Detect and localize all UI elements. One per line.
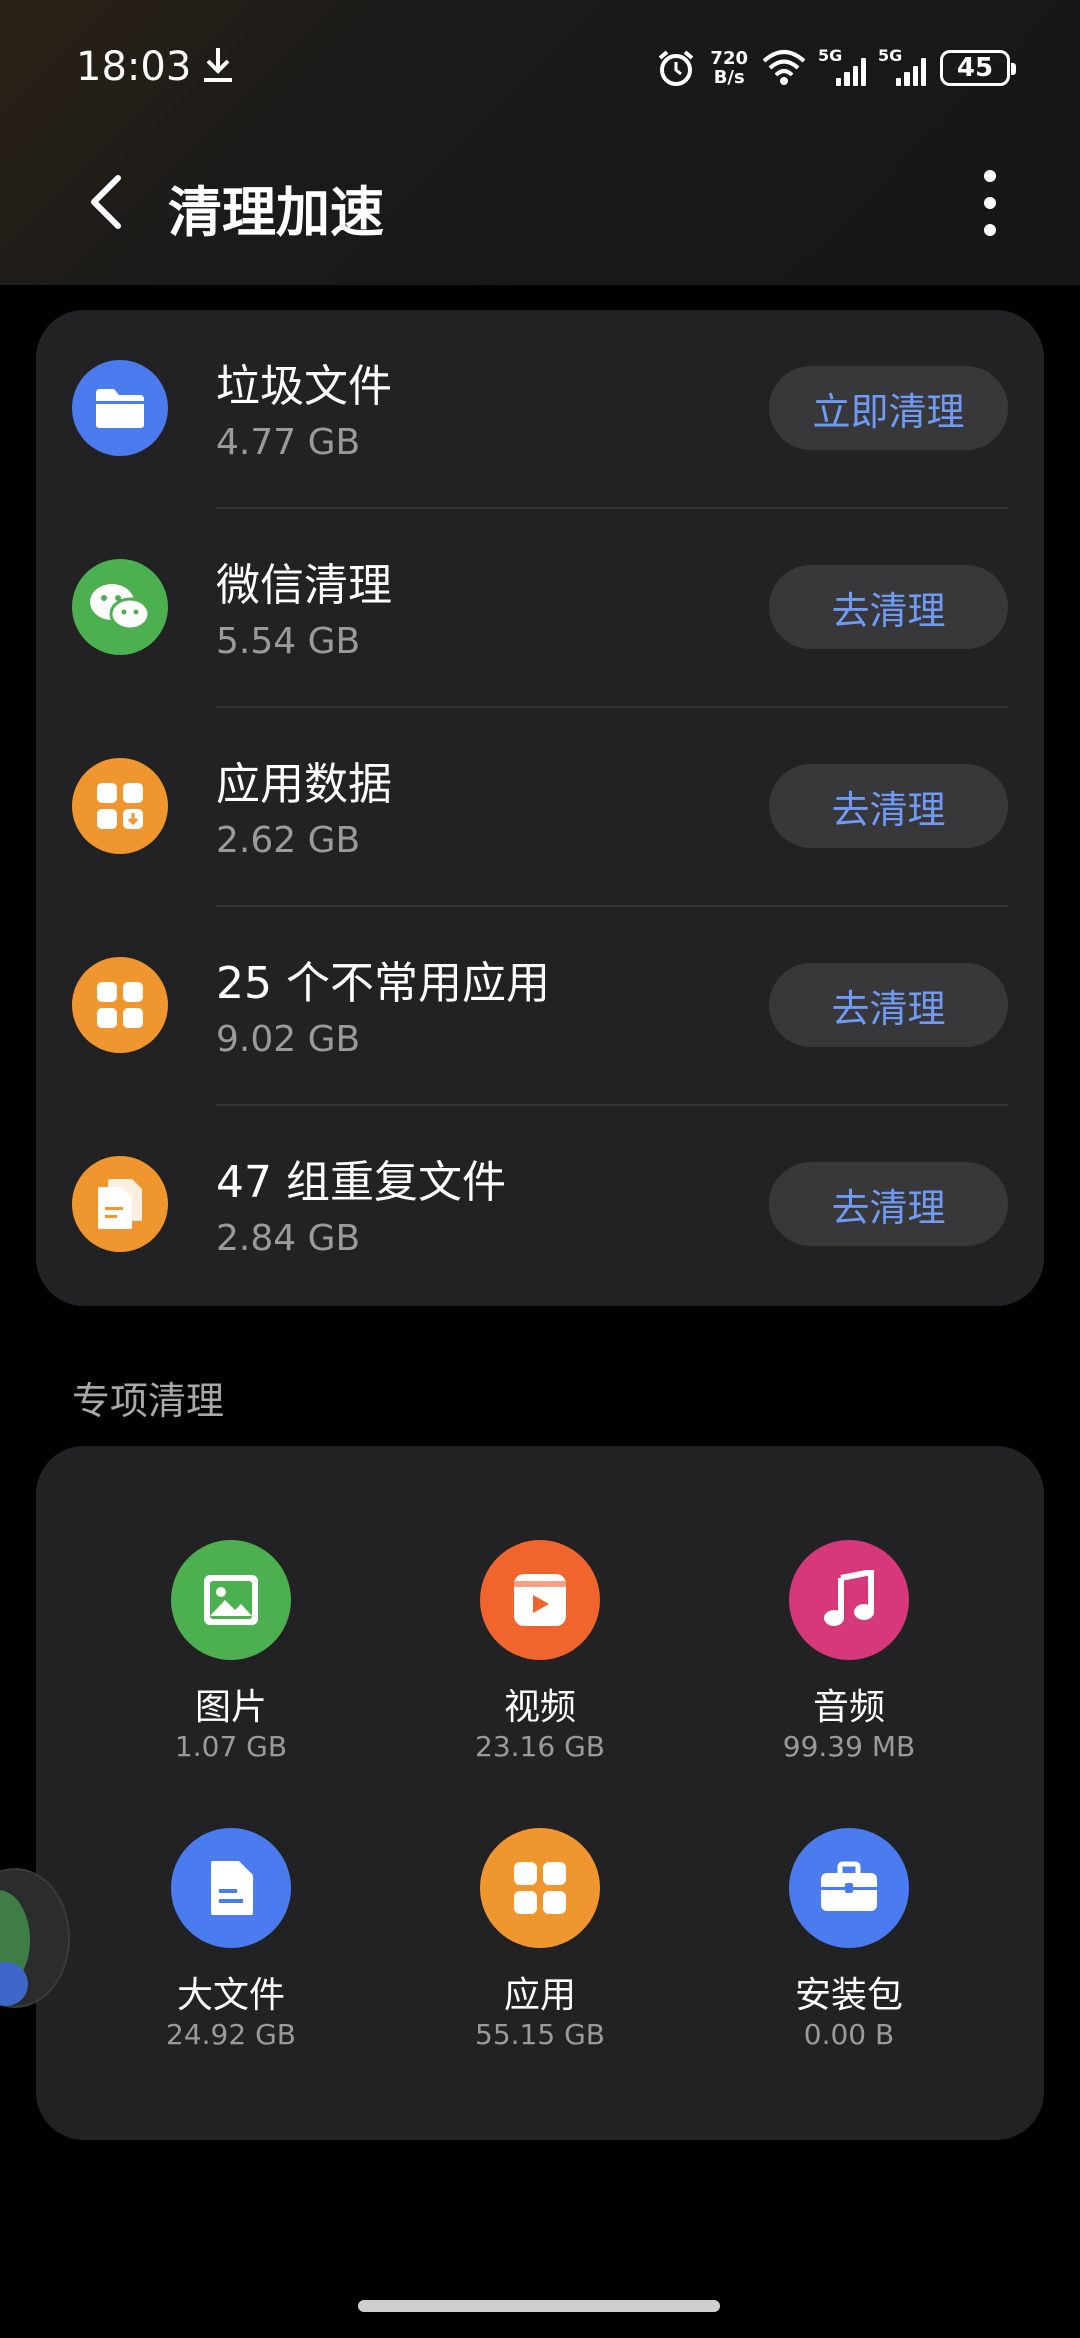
cleanup-row-app-data[interactable]: 应用数据 2.62 GB 去清理 bbox=[36, 708, 1044, 907]
video-icon bbox=[480, 1540, 600, 1660]
home-indicator[interactable] bbox=[358, 2300, 720, 2312]
status-icons: 720 B/s 5G 5G 45 bbox=[656, 44, 1016, 92]
apps-grid-icon bbox=[72, 957, 168, 1053]
cleanup-row-junk-files[interactable]: 垃圾文件 4.77 GB 立即清理 bbox=[36, 310, 1044, 509]
speed-value: 720 bbox=[710, 48, 748, 69]
go-clean-button[interactable]: 去清理 bbox=[769, 565, 1008, 649]
special-item-size: 24.92 GB bbox=[166, 2018, 296, 2051]
special-item-apps[interactable]: 应用 55.15 GB bbox=[375, 1828, 705, 2088]
special-item-size: 1.07 GB bbox=[174, 1730, 288, 1763]
special-item-label: 应用 bbox=[503, 1975, 576, 2016]
signal-sim1-icon: 5G bbox=[818, 46, 866, 86]
special-item-large-files[interactable]: 大文件 24.92 GB bbox=[66, 1828, 396, 2088]
download-icon bbox=[204, 48, 232, 82]
duplicate-files-icon bbox=[72, 1156, 168, 1252]
apps-grid-icon bbox=[480, 1828, 600, 1948]
alarm-icon bbox=[659, 50, 694, 86]
section-label-special: 专项清理 bbox=[72, 1379, 225, 1423]
special-item-size: 55.15 GB bbox=[475, 2018, 605, 2051]
music-icon bbox=[789, 1540, 909, 1660]
image-icon bbox=[171, 1540, 291, 1660]
page-title: 清理加速 bbox=[168, 181, 384, 244]
network-speed: 720 B/s bbox=[710, 49, 748, 87]
row-title: 47 组重复文件 bbox=[216, 1157, 506, 1208]
special-cleanup-card: 图片 1.07 GB 视频 23.16 GB 音频 99.39 MB 大文件 2… bbox=[36, 1446, 1044, 2140]
status-bar: 18:03 720 B/s 5G 5G 45 bbox=[0, 0, 1080, 140]
special-item-images[interactable]: 图片 1.07 GB bbox=[66, 1540, 396, 1800]
go-clean-button[interactable]: 去清理 bbox=[769, 1162, 1008, 1246]
special-item-install-packages[interactable]: 安装包 0.00 B bbox=[684, 1828, 1014, 2088]
battery-level: 45 bbox=[956, 53, 994, 83]
special-item-size: 0.00 B bbox=[803, 2018, 895, 2051]
speed-unit: B/s bbox=[713, 67, 745, 88]
sim2-label: 5G bbox=[878, 46, 903, 65]
row-title: 微信清理 bbox=[216, 560, 392, 611]
special-item-size: 99.39 MB bbox=[782, 1730, 916, 1763]
row-title: 应用数据 bbox=[216, 759, 392, 810]
cleanup-card: 垃圾文件 4.77 GB 立即清理 微信清理 5.54 GB 去清理 应用数据 … bbox=[36, 310, 1044, 1306]
row-size: 5.54 GB bbox=[216, 621, 361, 662]
status-time: 18:03 bbox=[76, 44, 192, 90]
clean-now-button[interactable]: 立即清理 bbox=[769, 366, 1008, 450]
document-icon bbox=[171, 1828, 291, 1948]
special-item-audio[interactable]: 音频 99.39 MB bbox=[684, 1540, 1014, 1800]
special-item-label: 视频 bbox=[503, 1687, 576, 1728]
row-size: 4.77 GB bbox=[216, 422, 361, 463]
briefcase-icon bbox=[789, 1828, 909, 1948]
battery-icon: 45 bbox=[940, 50, 1016, 86]
wifi-icon bbox=[762, 50, 806, 85]
special-item-size: 23.16 GB bbox=[475, 1730, 605, 1763]
cleanup-row-wechat[interactable]: 微信清理 5.54 GB 去清理 bbox=[36, 509, 1044, 708]
app-data-icon bbox=[72, 758, 168, 854]
special-item-label: 安装包 bbox=[794, 1975, 903, 2016]
row-size: 9.02 GB bbox=[216, 1019, 361, 1060]
signal-sim2-icon: 5G bbox=[878, 46, 926, 86]
wechat-icon bbox=[72, 559, 168, 655]
row-size: 2.62 GB bbox=[216, 820, 361, 861]
special-item-label: 音频 bbox=[812, 1687, 885, 1728]
cleanup-row-duplicate-files[interactable]: 47 组重复文件 2.84 GB 去清理 bbox=[36, 1106, 1044, 1305]
special-item-label: 图片 bbox=[194, 1687, 267, 1728]
more-options-icon[interactable] bbox=[978, 168, 1002, 238]
sim1-label: 5G bbox=[818, 46, 843, 65]
row-title: 25 个不常用应用 bbox=[216, 958, 550, 1009]
go-clean-button[interactable]: 去清理 bbox=[769, 764, 1008, 848]
back-arrow-icon[interactable] bbox=[84, 172, 128, 232]
special-item-label: 大文件 bbox=[176, 1975, 285, 2016]
cleanup-row-unused-apps[interactable]: 25 个不常用应用 9.02 GB 去清理 bbox=[36, 907, 1044, 1106]
go-clean-button[interactable]: 去清理 bbox=[769, 963, 1008, 1047]
row-size: 2.84 GB bbox=[216, 1218, 361, 1259]
row-title: 垃圾文件 bbox=[216, 361, 392, 412]
special-item-videos[interactable]: 视频 23.16 GB bbox=[375, 1540, 705, 1800]
folder-icon bbox=[72, 360, 168, 456]
